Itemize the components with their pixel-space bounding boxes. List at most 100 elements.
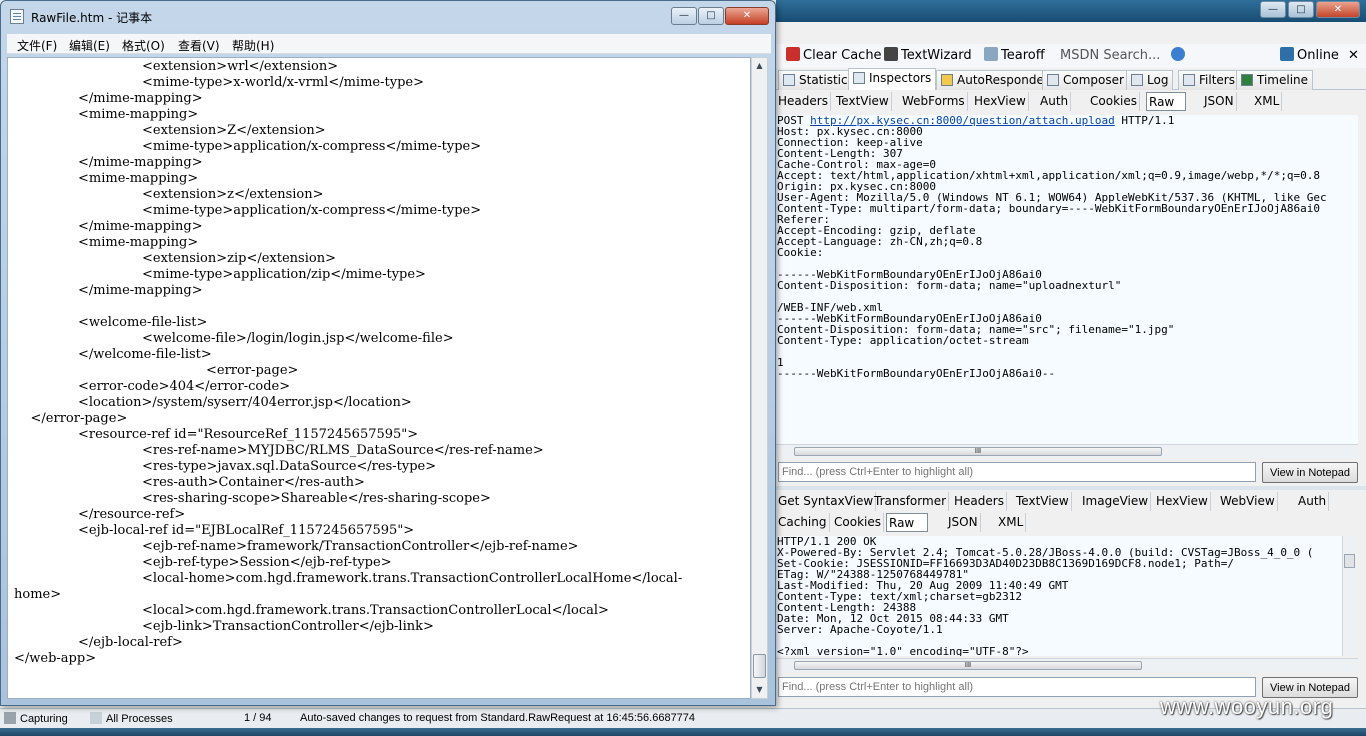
notepad-vertical-scrollbar[interactable]: ▲ ▼ [751,57,768,699]
notepad-line: </resource-ref> [78,507,186,522]
tab-log[interactable]: Log [1126,70,1174,90]
response-horizontal-scrollbar[interactable]: III [776,658,1358,672]
tab-statistics[interactable]: Statistics [778,70,859,90]
notepad-line: <ejb-link>TransactionController</ejb-lin… [142,619,434,634]
resp-tab-get-syntaxview[interactable]: Get SyntaxView [776,492,877,511]
notepad-content[interactable]: <extension>wrl</extension> <mime-type>x-w… [14,59,750,667]
msdn-search-box[interactable]: MSDN Search... [1060,46,1188,66]
resp-tab-json[interactable]: JSON [946,513,981,532]
process-filter[interactable]: All Processes [90,712,173,725]
resp-tab-headers[interactable]: Headers [952,492,1007,511]
response-scroll-thumb[interactable]: III [794,661,1142,670]
resp-tab-webview[interactable]: WebView [1218,492,1278,511]
notepad-line: <local>com.hgd.framework.trans.Transacti… [142,603,609,618]
tearoff-button[interactable]: Tearoff [984,46,1045,66]
tab-inspectors[interactable]: Inspectors [848,68,937,90]
notepad-line: </web-app> [14,651,97,666]
notepad-app-icon[interactable] [10,9,24,24]
notepad-line: <welcome-file>/login/login.jsp</welcome-… [142,331,454,346]
notepad-line: <mime-type>application/x-compress</mime-… [142,203,482,218]
capturing-indicator[interactable]: Capturing [4,712,68,725]
req-tab-webforms[interactable]: WebForms [900,92,968,111]
clear-cache-button[interactable]: Clear Cache [786,46,882,66]
resp-tab-caching[interactable]: Caching [776,513,830,532]
notepad-line: </ejb-local-ref> [78,635,183,650]
fiddler-close-button[interactable]: ✕ [1316,1,1360,18]
menu-help[interactable]: 帮助(H) [232,37,274,54]
notepad-line: <mime-mapping> [78,171,199,186]
notepad-line: <mime-type>x-world/x-vrml</mime-type> [142,75,424,90]
req-tab-auth[interactable]: Auth [1038,92,1072,111]
resp-tab-cookies[interactable]: Cookies [832,513,884,532]
fiddler-main-tabs: Statistics Inspectors AutoResponder Comp… [776,68,1366,90]
timeline-icon [1241,74,1253,86]
menu-format[interactable]: 格式(O) [122,37,165,54]
request-raw-text[interactable]: POST http://px.kysec.cn:8000/question/at… [776,115,1358,444]
resp-tab-textview[interactable]: TextView [1014,492,1072,511]
menu-view[interactable]: 查看(V) [178,37,220,54]
req-tab-xml[interactable]: XML [1252,92,1283,111]
statistics-icon [783,74,795,86]
response-vscroll-thumb[interactable] [1344,554,1355,568]
req-tab-cookies[interactable]: Cookies [1088,92,1140,111]
notepad-window-title: RawFile.htm - 记事本 [31,11,153,25]
request-view-in-notepad-button[interactable]: View in Notepad [1262,462,1358,483]
help-icon[interactable] [1170,47,1185,61]
notepad-titlebar[interactable]: RawFile.htm - 记事本 — □ ✕ [1,1,775,31]
tab-timeline[interactable]: Timeline [1236,70,1314,90]
req-tab-raw[interactable]: Raw [1146,92,1186,111]
request-scroll-thumb[interactable]: III [794,447,1162,456]
notepad-line: home> [14,587,62,602]
fiddler-titlebar: — □ ✕ [776,0,1366,22]
notepad-line: <extension>Z</extension> [142,123,326,138]
notepad-close-button[interactable]: ✕ [725,7,769,25]
resp-tab-hexview[interactable]: HexView [1154,492,1211,511]
online-indicator[interactable]: Online [1280,46,1339,66]
response-vertical-scrollbar[interactable] [1342,536,1356,656]
req-tab-headers[interactable]: Headers [776,92,831,111]
fiddler-maximize-button[interactable]: □ [1288,1,1314,18]
response-inspector-tabs-row1: Get SyntaxView Transformer Headers TextV… [776,490,1366,512]
notepad-line: <mime-type>application/zip</mime-type> [142,267,426,282]
notepad-minimize-button[interactable]: — [671,7,697,25]
tearoff-icon [984,47,998,61]
request-find-input[interactable] [778,462,1256,482]
tab-filters[interactable]: Filters [1178,70,1240,90]
req-tab-textview[interactable]: TextView [834,92,892,111]
notepad-line: <res-auth>Container</res-auth> [142,475,365,490]
notepad-line: <extension>z</extension> [142,187,324,202]
response-raw-text[interactable]: HTTP/1.1 200 OK X-Powered-By: Servlet 2.… [776,536,1344,656]
notepad-window: RawFile.htm - 记事本 — □ ✕ 文件(F) 编辑(E) 格式(O… [0,0,776,706]
windows-taskbar [0,728,1366,736]
scroll-up-arrow-icon[interactable]: ▲ [752,58,767,74]
request-horizontal-scrollbar[interactable]: III [776,444,1358,458]
menu-edit[interactable]: 编辑(E) [69,37,110,54]
capture-icon [4,712,16,724]
close-toolbar-icon[interactable]: ✕ [1348,46,1359,66]
notepad-line: <mime-mapping> [78,235,199,250]
req-tab-json[interactable]: JSON [1202,92,1237,111]
notepad-line: </mime-mapping> [78,283,203,298]
notepad-line: </mime-mapping> [78,91,203,106]
req-tab-hexview[interactable]: HexView [972,92,1029,111]
tab-autoresponder[interactable]: AutoResponder [936,70,1054,90]
notepad-line: </mime-mapping> [78,219,203,234]
notepad-maximize-button[interactable]: □ [698,7,724,25]
notepad-text-area[interactable]: <extension>wrl</extension> <mime-type>x-w… [7,57,751,699]
resp-tab-raw[interactable]: Raw [886,513,928,532]
notepad-scroll-thumb[interactable] [753,654,766,678]
session-count: 1 / 94 [244,712,272,724]
fiddler-minimize-button[interactable]: — [1260,1,1286,18]
notepad-line: <extension>zip</extension> [142,251,336,266]
fiddler-toolbar: Clear Cache TextWizard Tearoff MSDN Sear… [776,44,1366,68]
notepad-line: <local-home>com.hgd.framework.trans.Tran… [142,571,683,586]
menu-file[interactable]: 文件(F) [17,37,57,54]
scroll-down-arrow-icon[interactable]: ▼ [752,682,767,698]
resp-tab-transformer[interactable]: Transformer [872,492,950,511]
resp-tab-xml[interactable]: XML [996,513,1027,532]
request-inspector-tabs: Headers TextView WebForms HexView Auth C… [776,90,1366,112]
tab-composer[interactable]: Composer [1042,70,1129,90]
textwizard-button[interactable]: TextWizard [884,46,972,66]
resp-tab-imageview[interactable]: ImageView [1080,492,1152,511]
resp-tab-auth[interactable]: Auth [1296,492,1330,511]
